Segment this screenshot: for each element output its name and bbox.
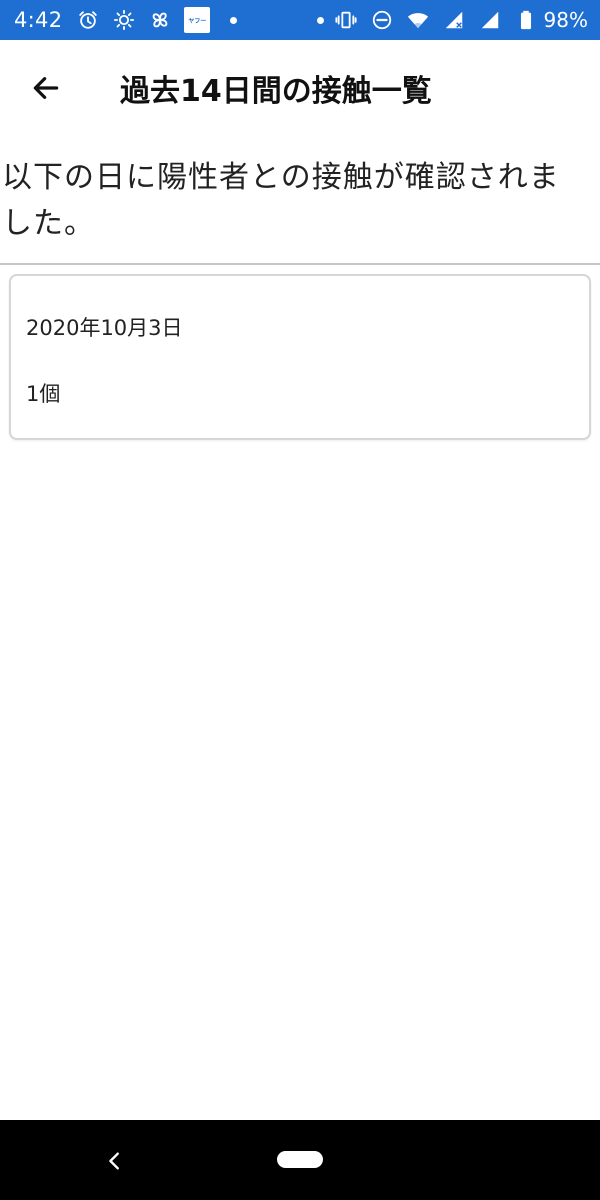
back-button[interactable] — [18, 60, 74, 116]
status-right: 98% — [311, 0, 588, 40]
arrow-left-icon — [33, 77, 59, 99]
home-pill-icon[interactable] — [277, 1151, 323, 1168]
pinwheel-icon — [148, 8, 172, 32]
status-left: 4:42 ヤフー — [14, 0, 247, 40]
dot-icon — [316, 16, 324, 24]
status-time: 4:42 — [14, 8, 63, 32]
navigation-bar — [0, 1120, 600, 1200]
brightness-icon — [112, 8, 136, 32]
alarm-icon — [76, 8, 100, 32]
nav-back-button[interactable] — [100, 1146, 130, 1176]
battery-icon — [514, 8, 538, 32]
divider — [0, 263, 600, 265]
wifi-icon — [406, 8, 430, 32]
chevron-left-icon — [109, 1152, 119, 1170]
app-bar: 過去14日間の接触一覧 — [0, 40, 600, 136]
yahoo-app-icon: ヤフー — [184, 7, 211, 33]
vibrate-icon — [334, 8, 358, 32]
battery-percentage: 98% — [543, 8, 588, 32]
do-not-disturb-icon — [370, 8, 394, 32]
signal-icon — [478, 8, 502, 32]
status-bar: 4:42 ヤフー 98% — [0, 0, 600, 40]
page-title: 過去14日間の接触一覧 — [120, 74, 432, 109]
contact-count: 1個 — [26, 382, 61, 406]
contact-date: 2020年10月3日 — [26, 316, 183, 340]
signal-icon — [442, 8, 466, 32]
dot-icon — [230, 16, 238, 24]
description-text: 以下の日に陽性者との接触が確認されました。 — [2, 160, 560, 241]
contact-card[interactable]: 2020年10月3日 1個 — [9, 274, 591, 440]
